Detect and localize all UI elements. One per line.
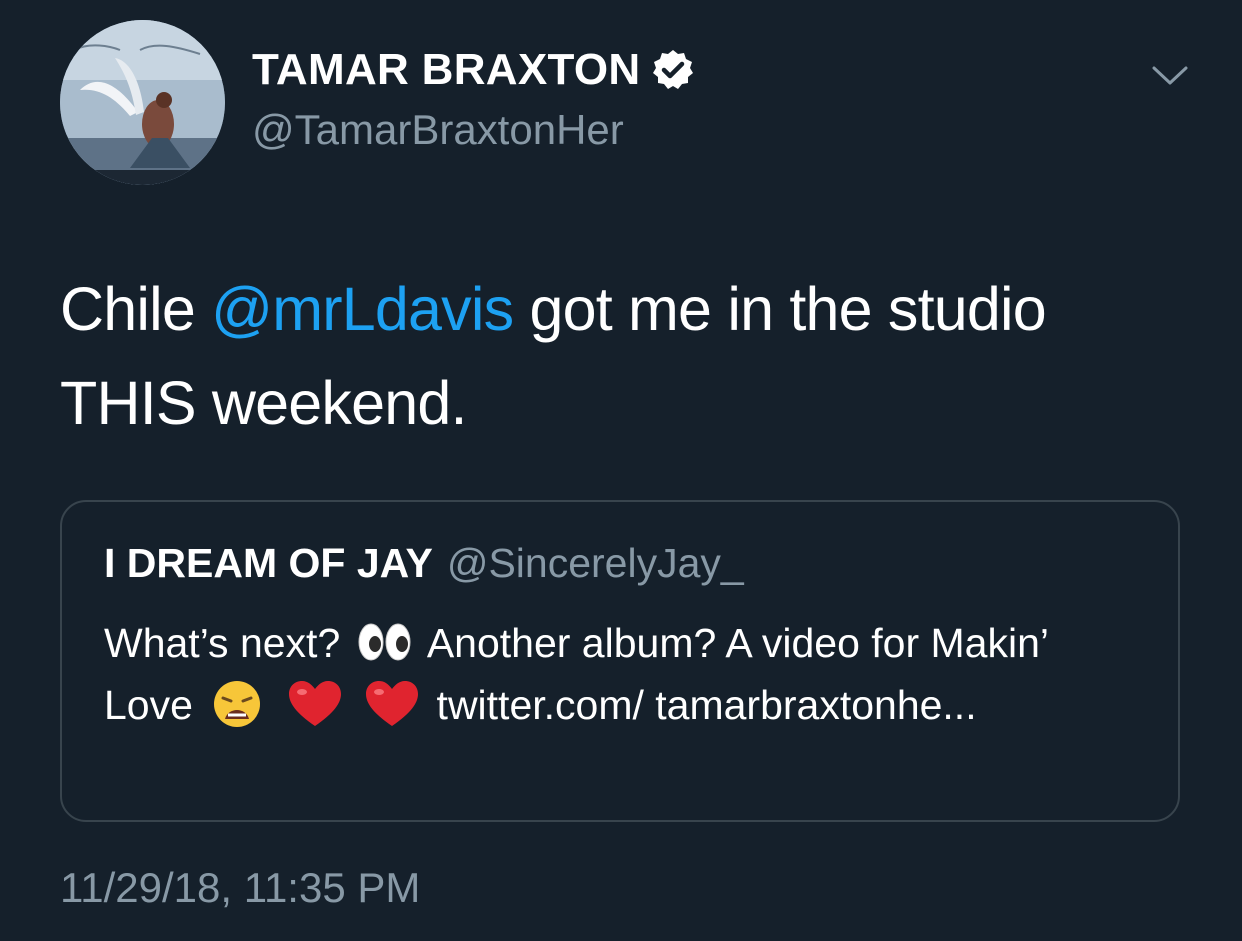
red-heart-emoji-icon [363,679,421,729]
album-art-avatar-icon [60,20,225,185]
avatar[interactable] [60,20,225,185]
author-display-name-row[interactable]: TAMAR BRAXTON [252,44,694,96]
red-heart-emoji-icon [286,679,344,729]
quoted-author-name: I DREAM OF JAY [104,540,433,586]
weary-face-emoji-icon [208,679,266,729]
tweet-text: Chile @mrLdavis got me in the studio THI… [60,262,1180,450]
tweet-text-before: Chile [60,275,212,343]
author-handle[interactable]: @TamarBraxtonHer [252,104,624,156]
mention-link[interactable]: @mrLdavis [211,275,514,343]
eyes-emoji-icon [356,617,414,667]
quoted-text-link[interactable]: twitter.com/ tamarbraxtonhe... [437,682,977,728]
quoted-tweet-card[interactable]: I DREAM OF JAY @SincerelyJay_ What’s next… [60,500,1180,822]
verified-badge-icon [652,49,694,91]
chevron-down-icon[interactable] [1150,56,1190,96]
quoted-tweet-text: What’s next? Another album? A video for … [104,612,1114,736]
quoted-tweet-header: I DREAM OF JAY @SincerelyJay_ [104,538,744,588]
quoted-text-part1: What’s next? [104,620,341,666]
author-display-name[interactable]: TAMAR BRAXTON [252,44,640,96]
tweet-timestamp[interactable]: 11/29/18, 11:35 PM [60,862,420,914]
tweet-card: TAMAR BRAXTON @TamarBraxtonHer Chile @mr… [0,0,1242,941]
quoted-author-handle: @SincerelyJay_ [446,540,744,586]
